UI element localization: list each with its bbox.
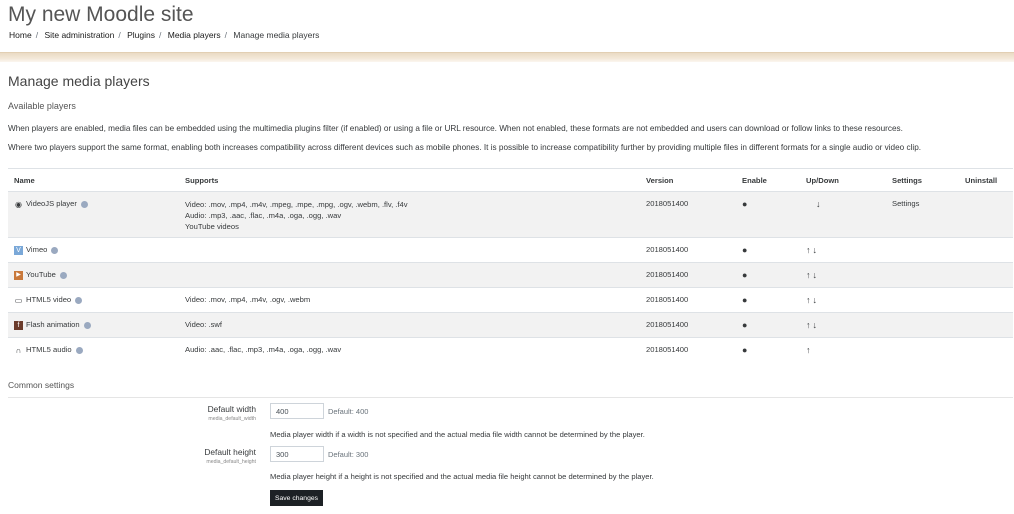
player-version: 2018051400 (640, 337, 736, 362)
table-row: f Flash animation Video: .swf 2018051400 … (8, 312, 1013, 338)
col-name: Name (8, 168, 179, 192)
help-icon[interactable] (75, 296, 83, 304)
videojs-icon: ◉ (15, 199, 22, 209)
col-updown: Up/Down (800, 168, 886, 192)
default-width-input[interactable] (270, 403, 324, 419)
eye-icon[interactable]: ● (742, 320, 747, 330)
player-supports: Video: .swf (179, 312, 640, 338)
divider (8, 397, 1013, 398)
default-height-input[interactable] (270, 446, 324, 462)
table-row: ▶ YouTube 2018051400 ● ↑↓ (8, 262, 1013, 288)
player-version: 2018051400 (640, 262, 736, 288)
supports-video: Video: .mov, .mp4, .m4v, .mpeg, .mpe, .m… (185, 200, 408, 209)
breadcrumb-plugins[interactable]: Plugins (127, 30, 155, 40)
intro-paragraph-compatibility: Where two players support the same forma… (8, 143, 922, 152)
eye-icon[interactable]: ● (742, 245, 747, 255)
site-title: My new Moodle site (8, 3, 194, 26)
player-version: 2018051400 (640, 237, 736, 263)
default-height-default: Default: 300 (328, 450, 369, 459)
player-name: Flash animation (26, 320, 80, 329)
breadcrumb-site-administration[interactable]: Site administration (44, 30, 114, 40)
supports-youtube: YouTube videos (185, 222, 239, 231)
default-width-description: Media player width if a width is not spe… (270, 430, 645, 439)
settings-link[interactable]: Settings (892, 199, 919, 208)
default-height-description: Media player height if a height is not s… (270, 472, 654, 481)
updown-arrows[interactable]: ↑ (806, 345, 813, 355)
player-name: HTML5 video (26, 295, 72, 304)
col-supports: Supports (179, 168, 640, 192)
player-name: HTML5 audio (26, 345, 72, 354)
table-row: ◉ VideoJS player Video: .mov, .mp4, .m4v,… (8, 191, 1013, 238)
eye-icon[interactable]: ● (742, 295, 747, 305)
player-supports: Video: .mov, .mp4, .m4v, .ogv, .webm (179, 287, 640, 313)
player-name: YouTube (26, 270, 56, 279)
updown-arrows[interactable]: ↑↓ (806, 295, 819, 305)
help-icon[interactable] (83, 321, 91, 329)
breadcrumb-media-players[interactable]: Media players (168, 30, 221, 40)
default-width-label: Default width (207, 404, 256, 414)
col-enable: Enable (736, 168, 800, 192)
default-height-key: media_default_height (206, 459, 256, 465)
player-name: Vimeo (26, 245, 48, 254)
default-width-default: Default: 400 (328, 407, 369, 416)
intro-paragraph-enabled: When players are enabled, media files ca… (8, 124, 903, 133)
breadcrumb: Home / Site administration / Plugins / Medi… (9, 30, 320, 40)
headphones-icon: ∩ (15, 345, 22, 355)
save-changes-button[interactable]: Save changes (270, 490, 323, 506)
flash-icon: f (14, 320, 23, 330)
player-version: 2018051400 (640, 312, 736, 338)
eye-icon[interactable]: ● (742, 199, 747, 209)
page-title: Manage media players (8, 73, 150, 89)
updown-arrows[interactable]: ↑↓ (806, 245, 819, 255)
table-header-row: Name Supports Version Enable Up/Down Set… (8, 168, 1013, 192)
player-version: 2018051400 (640, 191, 736, 238)
help-icon[interactable] (51, 246, 59, 254)
player-supports (179, 237, 640, 263)
table-row: V Vimeo 2018051400 ● ↑↓ (8, 237, 1013, 263)
table-row: ∩ HTML5 audio Audio: .aac, .flac, .mp3, .… (8, 337, 1013, 362)
video-camera-icon: ▭ (14, 295, 23, 305)
table-row: ▭ HTML5 video Video: .mov, .mp4, .m4v, .o… (8, 287, 1013, 313)
vimeo-icon: V (14, 245, 23, 255)
default-width-key: media_default_width (208, 416, 256, 422)
col-settings: Settings (886, 168, 959, 192)
eye-icon[interactable]: ● (742, 270, 747, 280)
help-icon[interactable] (59, 271, 67, 279)
section-heading-available-players: Available players (8, 101, 76, 111)
col-uninstall: Uninstall (959, 168, 1013, 192)
updown-arrows[interactable]: ↑↓ (806, 320, 819, 330)
help-icon[interactable] (80, 200, 88, 208)
section-heading-common-settings: Common settings (8, 380, 75, 390)
breadcrumb-home[interactable]: Home (9, 30, 32, 40)
default-height-label: Default height (204, 447, 256, 457)
player-version: 2018051400 (640, 287, 736, 313)
eye-icon[interactable]: ● (742, 345, 747, 355)
header-band (0, 52, 1014, 62)
help-icon[interactable] (75, 346, 83, 354)
youtube-icon: ▶ (14, 270, 23, 280)
player-supports (179, 262, 640, 288)
media-players-table: Name Supports Version Enable Up/Down Set… (8, 168, 1013, 362)
updown-arrows[interactable]: ↑↓ (806, 270, 819, 280)
player-name: VideoJS player (26, 199, 77, 208)
breadcrumb-current: Manage media players (233, 30, 320, 40)
supports-audio: Audio: .mp3, .aac, .flac, .m4a, .oga, .o… (185, 211, 342, 220)
player-supports: Audio: .aac, .flac, .mp3, .m4a, .oga, .o… (179, 337, 640, 362)
col-version: Version (640, 168, 736, 192)
updown-arrows[interactable]: ↓ (816, 199, 823, 209)
